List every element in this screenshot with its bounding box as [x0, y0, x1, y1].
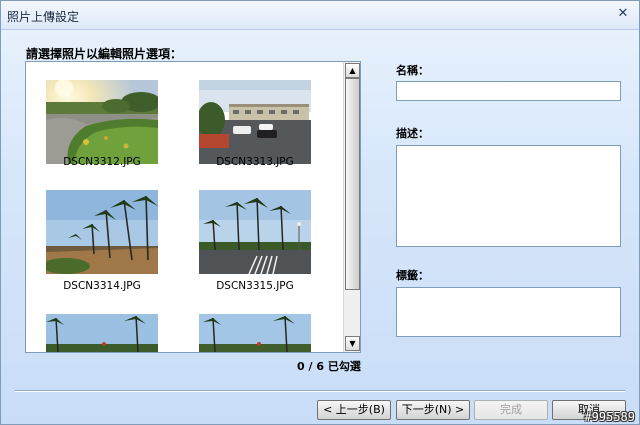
name-label: 名稱：	[396, 64, 429, 77]
photo-palm-path	[46, 190, 158, 274]
photo-upload-settings-dialog: 照片上傳設定 ✕ 請選擇照片以編輯照片選項： DSCN3312.JPG DSCN…	[0, 0, 640, 425]
photo-palm-partial	[46, 314, 158, 352]
photo-thumbnail[interactable]	[199, 80, 311, 164]
title-bar[interactable]: 照片上傳設定 ✕	[1, 1, 639, 30]
photo-thumbnail[interactable]	[199, 314, 311, 352]
next-button[interactable]: 下一步(N) >	[396, 400, 470, 420]
footer-divider	[15, 390, 625, 392]
photo-thumbnail[interactable]	[46, 190, 158, 274]
photo-garden-sunset	[46, 80, 158, 164]
finish-button[interactable]: 完成	[474, 400, 548, 420]
photo-palm-road	[199, 190, 311, 274]
photo-filename: DSCN3312.JPG	[63, 156, 141, 168]
description-label: 描述：	[396, 127, 429, 140]
photo-thumbnail[interactable]	[46, 80, 158, 164]
description-field[interactable]	[396, 145, 621, 247]
selection-count: 0 / 6 已勾選	[297, 360, 361, 373]
photo-filename: DSCN3315.JPG	[216, 280, 294, 292]
tags-field[interactable]	[396, 287, 621, 337]
photo-thumbnail[interactable]	[199, 190, 311, 274]
photo-gallery: DSCN3312.JPG DSCN3313.JPG DSCN3314.JPG D…	[25, 61, 361, 353]
close-icon[interactable]: ✕	[615, 6, 631, 22]
gallery-scrollbar[interactable]: ▲ ▼	[343, 62, 360, 352]
photo-filename: DSCN3313.JPG	[216, 156, 294, 168]
image-watermark: #995589	[584, 410, 635, 424]
window-title: 照片上傳設定	[7, 10, 80, 24]
photo-palm-partial	[199, 314, 311, 352]
scroll-down-icon[interactable]: ▼	[345, 336, 360, 351]
photo-filename: DSCN3314.JPG	[63, 280, 141, 292]
photo-thumbnail[interactable]	[46, 314, 158, 352]
scroll-up-icon[interactable]: ▲	[345, 63, 360, 78]
tags-label: 標籤：	[396, 269, 429, 282]
photo-parking-lot	[199, 80, 311, 164]
scroll-thumb[interactable]	[345, 78, 360, 290]
back-button[interactable]: < 上一步(B)	[317, 400, 391, 420]
name-field[interactable]	[396, 81, 621, 101]
gallery-prompt: 請選擇照片以編輯照片選項：	[26, 47, 183, 61]
